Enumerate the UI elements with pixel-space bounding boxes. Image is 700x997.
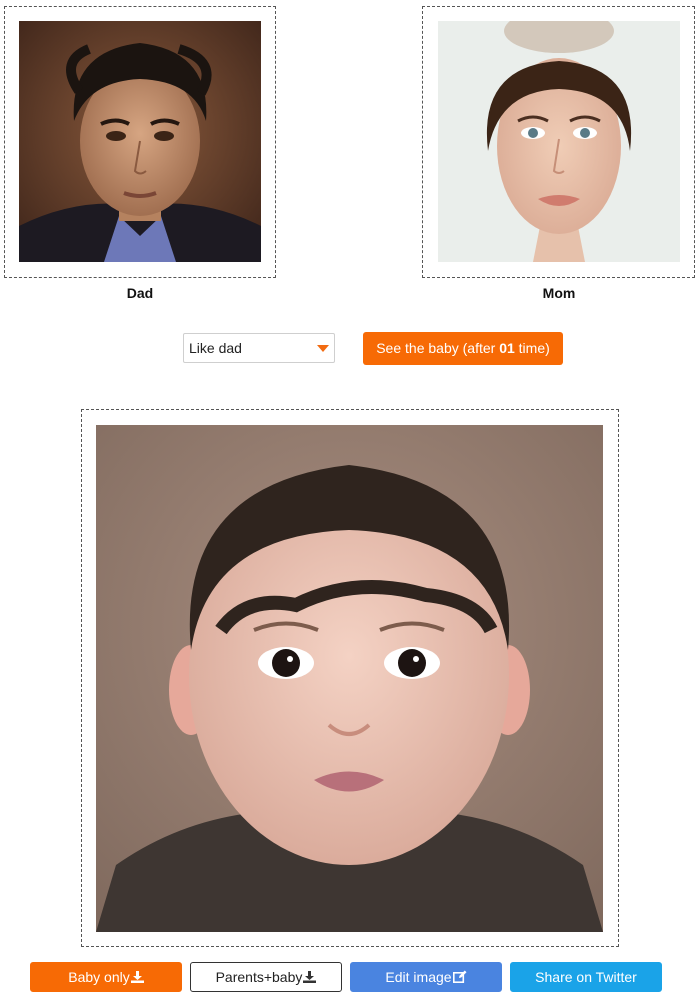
edit-icon [452,970,467,983]
see-baby-button[interactable]: See the baby (after 01 time) [363,332,563,365]
edit-image-button[interactable]: Edit image [350,962,502,992]
download-icon [303,971,317,983]
likeness-select-value: Like dad [189,340,242,356]
see-baby-prefix: See the baby (after [376,340,500,356]
baby-only-button[interactable]: Baby only [30,962,182,992]
dad-photo [19,21,261,262]
mom-label: Mom [542,285,576,301]
download-icon [130,971,144,983]
share-twitter-label: Share on Twitter [535,969,637,985]
baby-only-label: Baby only [68,969,130,985]
see-baby-suffix: time) [514,340,550,356]
share-twitter-button[interactable]: Share on Twitter [510,962,662,992]
dad-label: Dad [126,285,154,301]
edit-image-label: Edit image [385,969,452,985]
baby-photo [96,425,603,932]
likeness-select[interactable]: Like dad [183,333,335,363]
parents-baby-label: Parents+baby [215,969,303,985]
mom-photo [438,21,680,262]
see-baby-count: 01 [499,340,515,356]
caret-down-icon [317,345,329,352]
parents-baby-button[interactable]: Parents+baby [190,962,342,992]
